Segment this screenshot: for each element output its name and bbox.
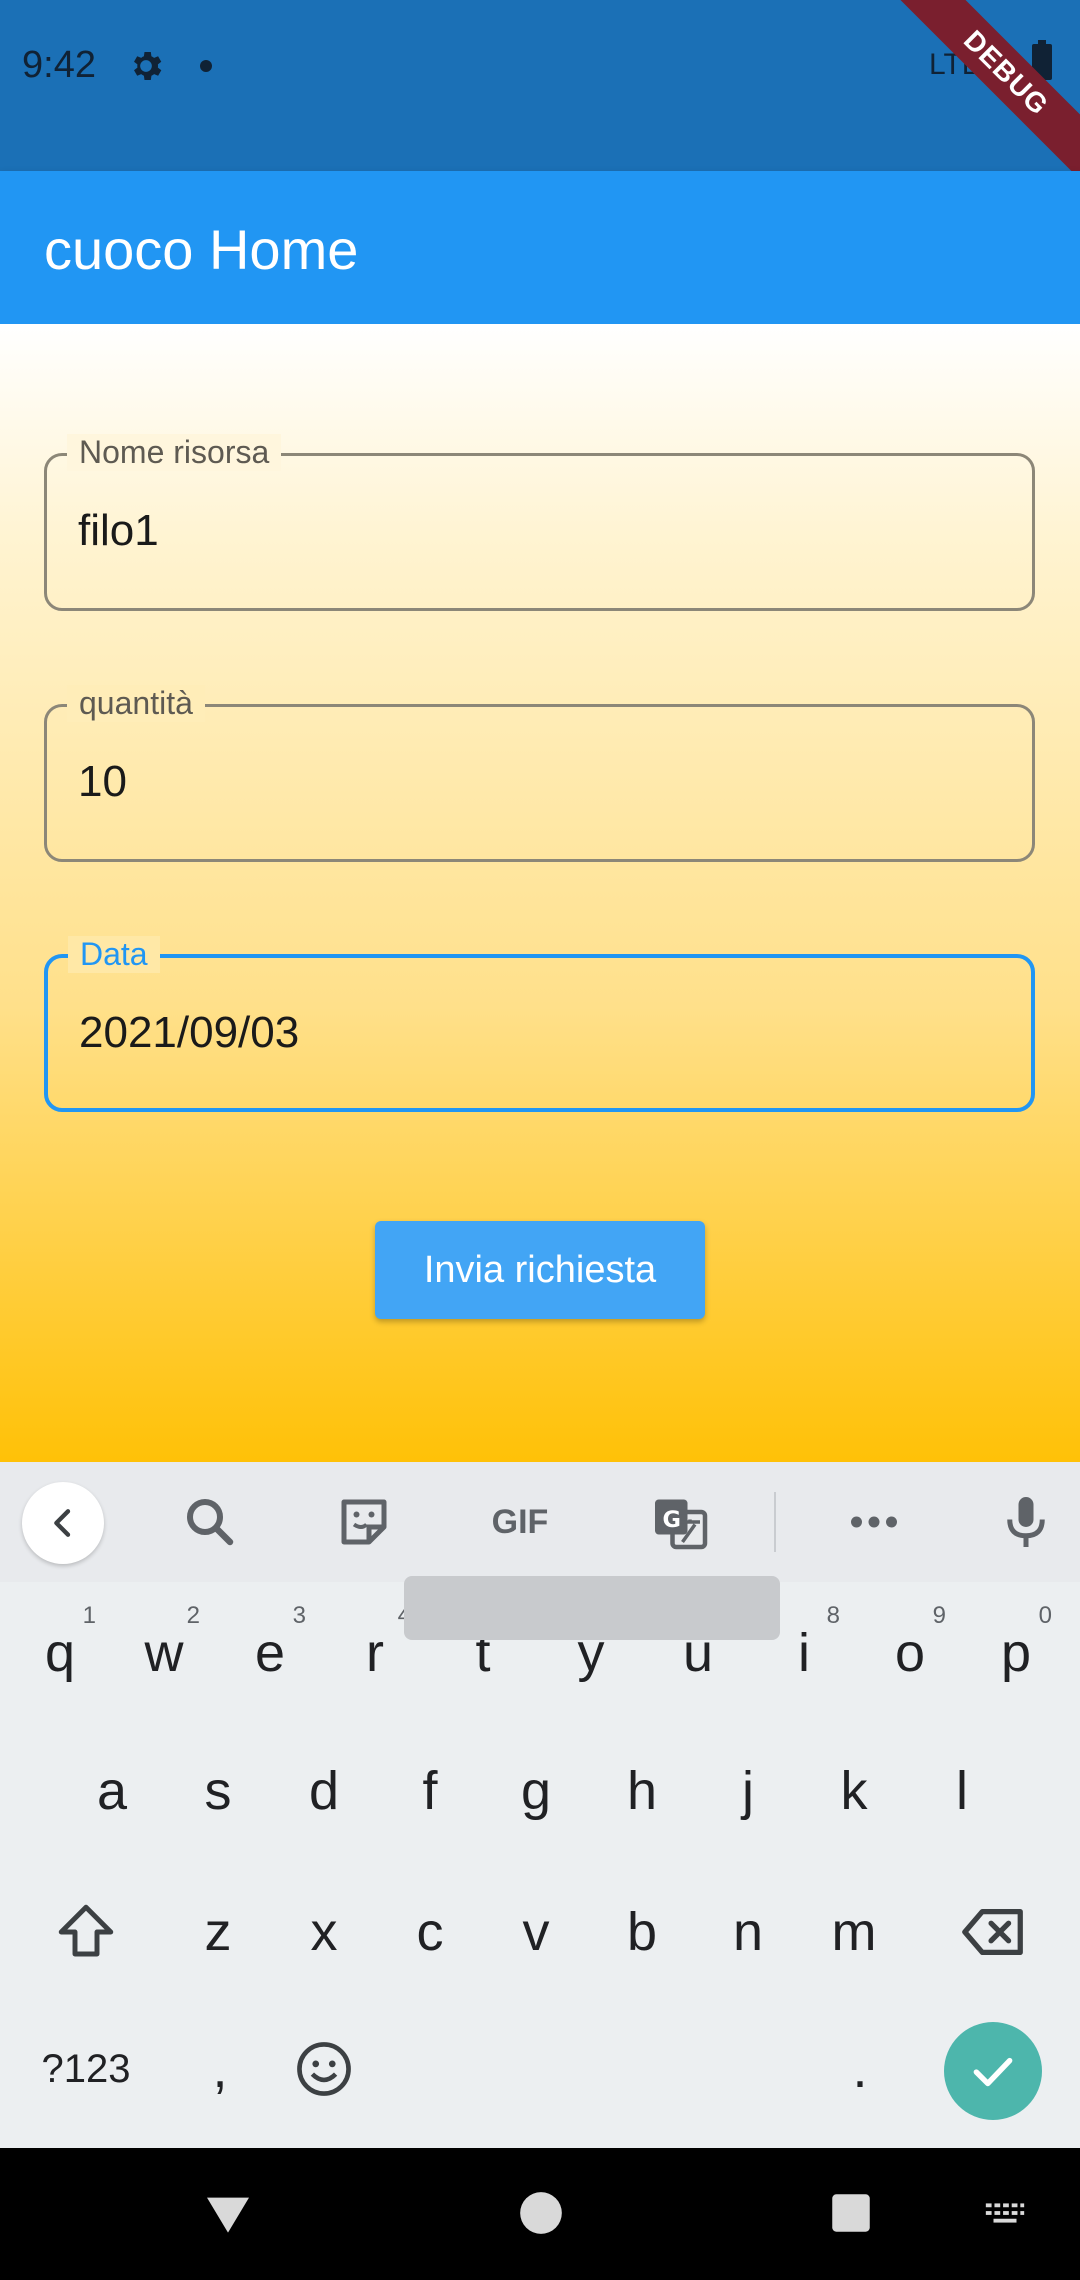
status-time: 9:42	[22, 44, 96, 86]
key-b[interactable]: b	[592, 1877, 692, 1987]
key-letter: d	[308, 1761, 340, 1821]
key-c[interactable]: c	[380, 1877, 480, 1987]
key-hint: 2	[186, 1602, 200, 1629]
symbols-key[interactable]: ?123	[36, 2014, 136, 2124]
date-value: 2021/09/03	[79, 1008, 300, 1057]
key-q[interactable]: q1	[10, 1598, 110, 1708]
key-letter: r	[366, 1623, 384, 1683]
key-e[interactable]: e3	[220, 1598, 320, 1708]
key-letter: z	[204, 1902, 232, 1962]
key-a[interactable]: a	[62, 1736, 162, 1846]
translate-icon[interactable]: G	[650, 1492, 710, 1552]
key-letter: g	[520, 1761, 552, 1821]
key-p[interactable]: p0	[966, 1598, 1066, 1708]
key-letter: o	[894, 1623, 926, 1683]
key-letter: p	[1000, 1623, 1032, 1683]
settings-icon	[134, 52, 162, 80]
key-letter: k	[840, 1761, 868, 1821]
key-l[interactable]: l	[912, 1736, 1012, 1846]
emoji-key[interactable]	[274, 2014, 374, 2124]
key-letter: s	[204, 1761, 232, 1821]
home-nav-icon[interactable]	[516, 2188, 566, 2238]
app-bar: cuoco Home	[0, 171, 1080, 324]
sticker-icon[interactable]	[334, 1492, 394, 1552]
date-field[interactable]: Data 2021/09/03	[44, 936, 1035, 1112]
key-f[interactable]: f	[380, 1736, 480, 1846]
key-x[interactable]: x	[274, 1877, 374, 1987]
key-o[interactable]: o9	[860, 1598, 960, 1708]
quantity-label: quantità	[67, 685, 205, 722]
key-h[interactable]: h	[592, 1736, 692, 1846]
quantity-field[interactable]: quantità 10	[44, 685, 1035, 862]
key-letter: f	[422, 1761, 438, 1821]
key-hint: 8	[826, 1602, 840, 1629]
key-k[interactable]: k	[804, 1736, 904, 1846]
key-v[interactable]: v	[486, 1877, 586, 1987]
keyboard-back-button[interactable]	[22, 1482, 104, 1564]
status-bar: 9:42 LTE	[0, 0, 1080, 171]
comma-key[interactable]: ,	[170, 2014, 270, 2124]
emoji-icon	[297, 2042, 351, 2096]
key-letter: v	[522, 1902, 550, 1962]
shift-arrow-icon	[58, 1904, 114, 1957]
key-letter: n	[732, 1902, 764, 1962]
key-letter: i	[798, 1623, 810, 1683]
key-hint: 0	[1038, 1602, 1052, 1629]
navigation-bar	[0, 2148, 1080, 2280]
space-key[interactable]	[404, 1576, 780, 1640]
key-hint: 1	[82, 1602, 96, 1629]
more-icon[interactable]	[844, 1492, 904, 1552]
search-icon[interactable]	[180, 1492, 240, 1552]
key-letter: m	[831, 1902, 877, 1962]
recents-nav-icon[interactable]	[826, 2188, 876, 2238]
key-m[interactable]: m	[804, 1877, 904, 1987]
key-letter: e	[254, 1623, 286, 1683]
key-s[interactable]: s	[168, 1736, 268, 1846]
submit-request-button[interactable]: Invia richiesta	[375, 1221, 705, 1319]
keyboard-switch-icon[interactable]	[982, 2190, 1028, 2236]
keyboard-toolbar: GIF G	[0, 1462, 1080, 1582]
chevron-left-icon	[54, 1509, 71, 1537]
mic-icon[interactable]	[996, 1492, 1056, 1552]
done-key[interactable]	[944, 2022, 1042, 2120]
resource-name-field[interactable]: Nome risorsa filo1	[44, 434, 1035, 611]
resource-name-label: Nome risorsa	[67, 434, 282, 471]
key-letter: h	[626, 1761, 658, 1821]
shift-key[interactable]	[36, 1877, 136, 1987]
date-label: Data	[68, 936, 160, 973]
quantity-value: 10	[78, 757, 127, 806]
key-letter: b	[626, 1902, 658, 1962]
svg-text:G: G	[663, 1507, 681, 1533]
key-letter: x	[310, 1902, 338, 1962]
backspace-icon	[962, 1908, 1023, 1956]
key-d[interactable]: d	[274, 1736, 374, 1846]
key-g[interactable]: g	[486, 1736, 586, 1846]
key-letter: a	[96, 1761, 128, 1821]
form-area: Nome risorsa filo1 quantità 10 Data 2021…	[0, 324, 1080, 1462]
notification-dot-icon	[200, 60, 212, 72]
toolbar-divider	[774, 1492, 776, 1552]
key-z[interactable]: z	[168, 1877, 268, 1987]
key-letter: j	[742, 1761, 754, 1821]
key-hint: 3	[292, 1602, 306, 1629]
period-key[interactable]: .	[810, 2014, 910, 2124]
back-nav-icon[interactable]	[200, 2186, 256, 2242]
page-title: cuoco Home	[44, 218, 359, 281]
check-icon	[973, 2057, 1013, 2087]
backspace-key[interactable]	[944, 1877, 1044, 1987]
key-j[interactable]: j	[698, 1736, 798, 1846]
resource-name-value: filo1	[78, 506, 159, 555]
key-hint: 9	[932, 1602, 946, 1629]
key-letter: q	[44, 1623, 76, 1683]
key-n[interactable]: n	[698, 1877, 798, 1987]
key-letter: c	[416, 1902, 444, 1962]
key-letter: l	[956, 1761, 968, 1821]
gif-icon[interactable]: GIF	[482, 1492, 558, 1552]
key-w[interactable]: w2	[114, 1598, 214, 1708]
key-letter: w	[144, 1623, 184, 1683]
